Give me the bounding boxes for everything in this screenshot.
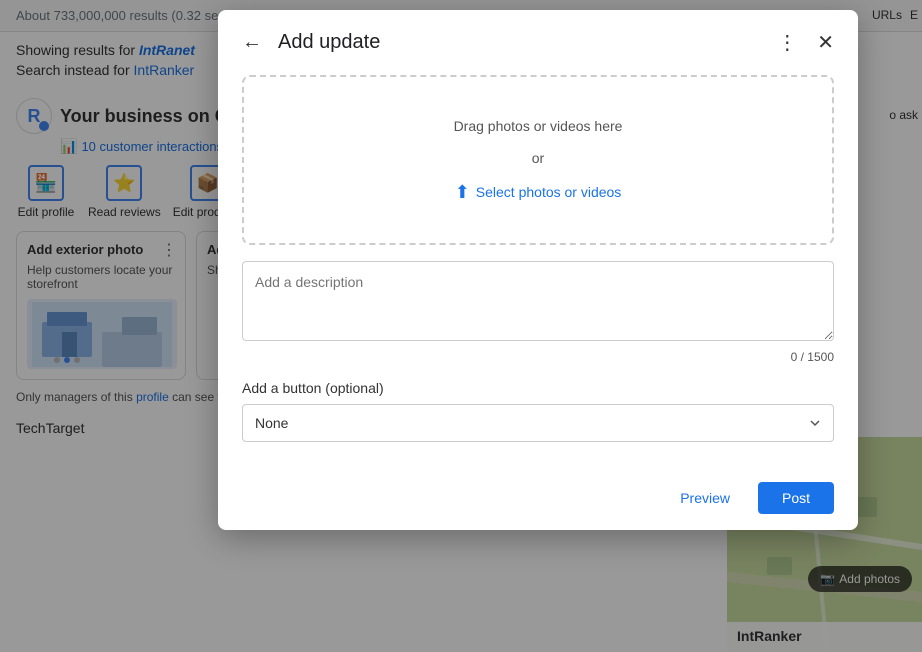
button-type-select[interactable]: None Book Order online Buy Learn more Si…: [242, 404, 834, 442]
modal-close-button[interactable]: ✕: [813, 26, 838, 59]
modal-more-button[interactable]: ⋮: [773, 26, 801, 59]
preview-button[interactable]: Preview: [664, 482, 746, 514]
upload-area[interactable]: Drag photos or videos here or ⬆ Select p…: [242, 75, 834, 245]
modal-header: ← Add update ⋮ ✕: [218, 10, 858, 75]
char-count: 0 / 1500: [242, 350, 834, 364]
modal-footer: Preview Post: [218, 466, 858, 530]
drag-text: Drag photos or videos here: [454, 118, 623, 134]
description-textarea[interactable]: [242, 261, 834, 341]
or-text: or: [532, 150, 544, 166]
more-dots-icon: ⋮: [777, 32, 797, 54]
add-update-modal: ← Add update ⋮ ✕ Drag photos or videos h…: [218, 10, 858, 530]
back-arrow-icon: ←: [242, 31, 262, 54]
select-photos-button[interactable]: ⬆ Select photos or videos: [455, 182, 622, 203]
add-button-label: Add a button (optional): [242, 380, 834, 396]
modal-title: Add update: [278, 31, 761, 54]
select-label: Select photos or videos: [476, 184, 622, 200]
modal-body: Drag photos or videos here or ⬆ Select p…: [218, 75, 858, 466]
upload-icon: ⬆: [455, 182, 470, 203]
post-button[interactable]: Post: [758, 482, 834, 514]
modal-back-button[interactable]: ←: [238, 27, 266, 58]
close-icon: ✕: [817, 32, 834, 54]
